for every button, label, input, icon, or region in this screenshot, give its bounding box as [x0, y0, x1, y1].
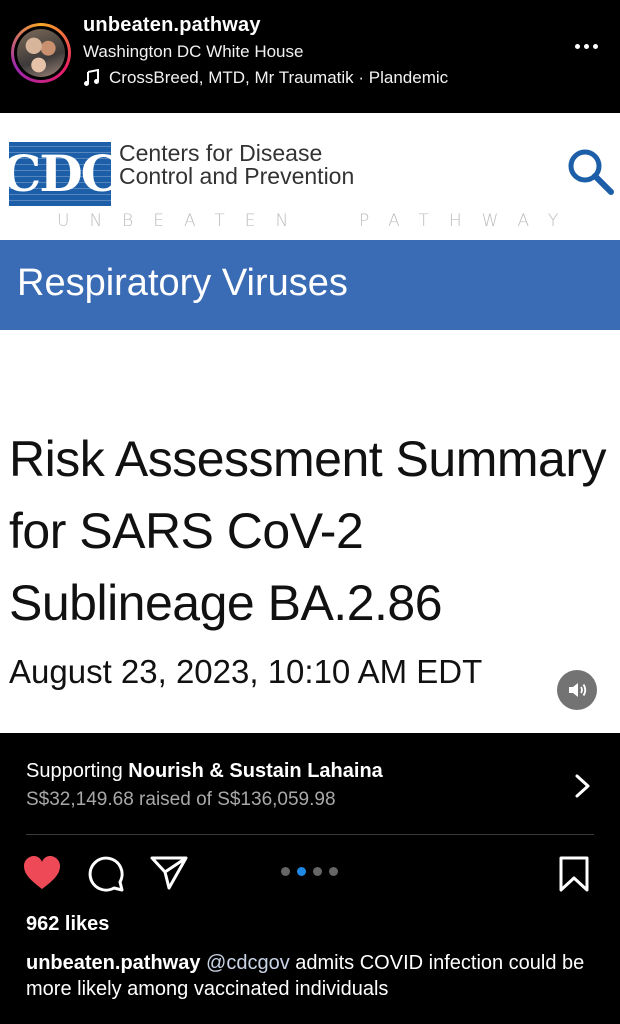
fundraiser-cause: Nourish & Sustain Lahaina: [128, 760, 383, 782]
audio-track[interactable]: CrossBreed, MTD, Mr Traumatik · Plandemi…: [83, 68, 448, 88]
fundraiser-banner[interactable]: Supporting Nourish & Sustain Lahaina S$3…: [0, 733, 620, 835]
fundraiser-progress: S$32,149.68 raised of S$136,059.98: [26, 789, 336, 810]
audio-label: CrossBreed, MTD, Mr Traumatik · Plandemi…: [109, 68, 449, 87]
post-caption: unbeaten.pathway @cdcgov admits COVID in…: [26, 950, 606, 1002]
action-bar: [0, 850, 620, 900]
more-icon[interactable]: [575, 44, 598, 49]
post-image[interactable]: CDC Centers for Disease Control and Prev…: [0, 113, 620, 733]
article-title: Risk Assessment Summary for SARS CoV-2 S…: [9, 431, 606, 631]
like-count[interactable]: 962 likes: [26, 913, 109, 936]
send-icon[interactable]: [150, 855, 188, 891]
chevron-right-icon[interactable]: [574, 773, 592, 799]
bookmark-icon[interactable]: [558, 855, 590, 893]
heart-icon[interactable]: [22, 855, 62, 891]
org-name: Centers for Disease Control and Preventi…: [119, 140, 355, 189]
carousel-indicator: [281, 867, 338, 876]
comment-icon[interactable]: [87, 855, 125, 893]
carousel-dot: [281, 867, 290, 876]
logo-text: CDC: [9, 144, 111, 203]
fundraiser-title: Supporting Nourish & Sustain Lahaina: [26, 760, 383, 782]
cdc-logo: CDC: [9, 142, 111, 206]
caption-username[interactable]: unbeaten.pathway: [26, 952, 200, 974]
sound-toggle-button[interactable]: [557, 670, 597, 710]
speaker-icon: [569, 683, 587, 697]
music-note-icon: [84, 69, 99, 86]
carousel-dot-active: [297, 867, 306, 876]
section-title: Respiratory Viruses: [17, 262, 348, 304]
watermark: UNBEATEN PATHWAY: [57, 211, 579, 231]
post-location[interactable]: Washington DC White House: [83, 42, 303, 62]
article-date: August 23, 2023, 10:10 AM EDT: [9, 653, 483, 690]
carousel-dot: [313, 867, 322, 876]
post-header: unbeaten.pathway Washington DC White Hou…: [0, 0, 620, 112]
search-icon: [568, 149, 614, 195]
caption-mention[interactable]: @cdcgov: [206, 952, 290, 974]
avatar[interactable]: [11, 23, 71, 83]
divider: [26, 834, 594, 835]
carousel-dot: [329, 867, 338, 876]
avatar-image: [17, 29, 65, 77]
post-username[interactable]: unbeaten.pathway: [83, 14, 261, 37]
section-banner: Respiratory Viruses: [0, 240, 620, 330]
